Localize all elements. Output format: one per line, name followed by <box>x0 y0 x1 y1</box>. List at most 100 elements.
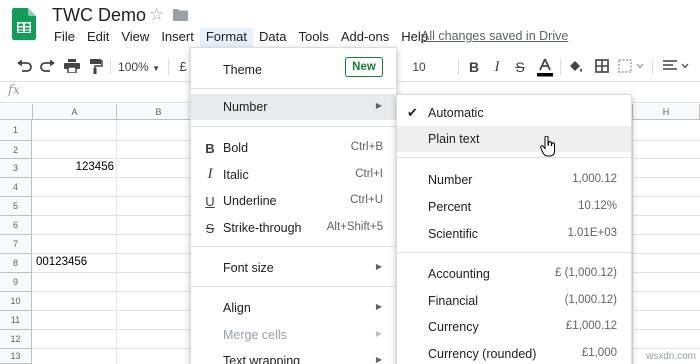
number-format-automatic[interactable]: ✔ Automatic <box>397 100 631 126</box>
submenu-arrow-icon: ▶ <box>375 262 382 271</box>
number-format-number[interactable]: Number 1,000.12 <box>397 167 631 193</box>
print-icon[interactable] <box>62 57 82 77</box>
menu-item-label: Strike-through <box>223 221 302 235</box>
column-header-h[interactable]: H <box>633 104 700 120</box>
strikethrough-icon[interactable]: S <box>512 57 528 77</box>
title-bar: TWC Demo ☆ File Edit View Insert Format … <box>0 0 700 50</box>
menu-item-underline[interactable]: U Underline Ctrl+U <box>191 188 396 214</box>
menu-item-label: Financial <box>428 294 479 308</box>
sheets-logo-icon[interactable] <box>12 8 36 40</box>
hand-cursor-icon <box>540 136 555 157</box>
cell-a3[interactable]: 123456 <box>34 161 114 173</box>
column-gridline <box>116 120 117 364</box>
menu-item-italic[interactable]: I Italic Ctrl+I <box>191 162 396 188</box>
menu-item-bold[interactable]: B Bold Ctrl+B <box>191 135 396 161</box>
italic-icon: I <box>207 166 213 182</box>
row-header-4[interactable]: 4 <box>0 178 32 197</box>
row-header-10[interactable]: 10 <box>0 292 32 311</box>
row-header-12[interactable]: 12 <box>0 330 32 349</box>
row-header-7[interactable]: 7 <box>0 235 32 254</box>
shortcut: Alt+Shift+5 <box>326 221 383 233</box>
menu-item-label: Currency <box>428 320 479 334</box>
saved-status-link[interactable]: All changes saved in Drive <box>421 29 568 43</box>
menu-bar: File Edit View Insert Format Data Tools … <box>48 28 434 48</box>
italic-icon[interactable]: I <box>489 57 505 77</box>
text-color-icon[interactable] <box>536 57 554 77</box>
menu-format[interactable]: Format <box>199 28 253 48</box>
row-header-6[interactable]: 6 <box>0 216 32 235</box>
menu-item-label: Font size <box>223 261 274 275</box>
number-format-accounting[interactable]: Accounting £ (1,000.12) <box>397 261 631 287</box>
menu-item-label: Percent <box>428 200 472 214</box>
row-header-1[interactable]: 1 <box>0 120 32 141</box>
number-format-financial[interactable]: Financial (1,000.12) <box>397 288 631 314</box>
menu-item-merge-cells: Merge cells ▶ <box>191 322 396 348</box>
format-example: 1.01E+03 <box>567 227 617 239</box>
menu-view[interactable]: View <box>115 28 155 48</box>
strikethrough-icon: S <box>205 221 215 236</box>
format-example: (1,000.12) <box>564 294 617 306</box>
menu-data[interactable]: Data <box>253 28 292 48</box>
menu-item-font-size[interactable]: Font size ▶ <box>191 255 396 281</box>
chevron-down-icon: ▼ <box>152 64 160 73</box>
document-title[interactable]: TWC Demo <box>52 5 146 26</box>
submenu-arrow-icon: ▶ <box>375 329 382 338</box>
star-icon[interactable]: ☆ <box>149 5 164 25</box>
menu-file[interactable]: File <box>48 28 81 48</box>
menu-item-text-wrapping[interactable]: Text wrapping ▶ <box>191 348 396 364</box>
currency-format-button[interactable]: £ <box>176 57 190 77</box>
align-icon[interactable] <box>660 57 694 77</box>
menu-tools[interactable]: Tools <box>292 28 334 48</box>
bold-icon: B <box>205 141 215 156</box>
menu-edit[interactable]: Edit <box>81 28 115 48</box>
paint-format-icon[interactable] <box>86 57 106 77</box>
shortcut: Ctrl+B <box>350 141 383 153</box>
undo-icon[interactable] <box>14 57 34 77</box>
bold-icon[interactable]: B <box>466 57 482 77</box>
checkmark-icon: ✔ <box>407 105 418 120</box>
toolbar-divider <box>458 59 459 75</box>
number-format-currency-rounded[interactable]: Currency (rounded) £1,000 <box>397 341 631 364</box>
menu-insert[interactable]: Insert <box>155 28 200 48</box>
row-header-9[interactable]: 9 <box>0 273 32 292</box>
submenu-arrow-icon: ▶ <box>375 101 382 110</box>
shortcut: Ctrl+U <box>350 194 383 206</box>
number-format-percent[interactable]: Percent 10.12% <box>397 194 631 220</box>
menu-item-number[interactable]: Number ▶ <box>191 94 396 120</box>
cell-a8[interactable]: 00123456 <box>36 256 116 268</box>
fx-icon: fx <box>8 83 21 98</box>
folder-icon[interactable] <box>173 9 188 21</box>
format-example: £1,000 <box>581 347 617 359</box>
fill-color-icon[interactable] <box>567 57 585 77</box>
menu-item-align[interactable]: Align ▶ <box>191 295 396 321</box>
redo-icon[interactable] <box>38 57 58 77</box>
merge-icon[interactable] <box>617 57 645 77</box>
column-header-b[interactable]: B <box>117 104 201 120</box>
menu-item-strikethrough[interactable]: S Strike-through Alt+Shift+5 <box>191 215 396 241</box>
column-header-a[interactable]: A <box>33 104 117 120</box>
format-example: 1,000.12 <box>572 173 617 185</box>
menu-item-label: Bold <box>223 141 249 155</box>
menu-item-label: Number <box>223 100 268 114</box>
row-header-13[interactable]: 13 <box>0 349 32 364</box>
menu-item-label: Theme <box>223 63 262 77</box>
row-header-2[interactable]: 2 <box>0 141 32 159</box>
row-header-8[interactable]: 8 <box>0 254 32 273</box>
select-all-corner[interactable] <box>0 104 33 120</box>
submenu-arrow-icon: ▶ <box>375 302 382 311</box>
toolbar-divider <box>110 59 111 75</box>
menu-addons[interactable]: Add-ons <box>335 28 395 48</box>
number-format-currency[interactable]: Currency £1,000.12 <box>397 314 631 340</box>
toolbar-divider <box>652 59 653 75</box>
menu-item-label: Merge cells <box>223 328 287 342</box>
zoom-value: 100% <box>118 60 149 74</box>
number-format-scientific[interactable]: Scientific 1.01E+03 <box>397 221 631 247</box>
number-format-plain-text[interactable]: Plain text <box>397 126 631 152</box>
borders-icon[interactable] <box>593 57 611 77</box>
font-size-input[interactable]: 10 <box>404 57 434 77</box>
zoom-select[interactable]: 100% ▼ <box>116 57 162 77</box>
menu-divider <box>397 252 631 253</box>
row-header-3[interactable]: 3 <box>0 159 32 178</box>
row-header-11[interactable]: 11 <box>0 311 32 330</box>
row-header-5[interactable]: 5 <box>0 197 32 216</box>
